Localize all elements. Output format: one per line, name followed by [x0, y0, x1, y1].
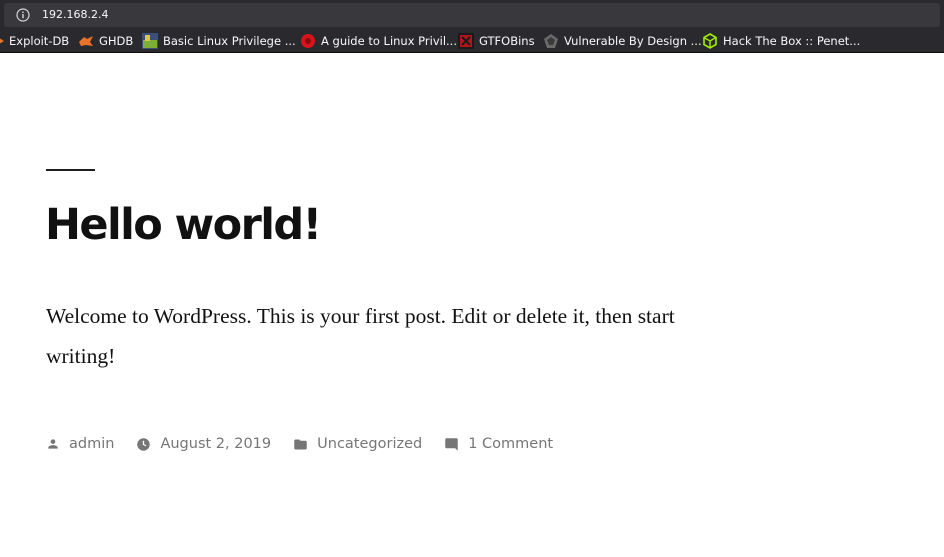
bookmark-favicon — [301, 34, 315, 48]
url-text[interactable]: 192.168.2.4 — [42, 8, 108, 22]
comment-icon — [445, 437, 458, 451]
browser-toolbar: 192.168.2.4 — [0, 0, 944, 30]
post-category: Uncategorized — [293, 436, 422, 452]
bookmark-gtfobins[interactable]: GTFOBins — [458, 30, 535, 52]
author-link[interactable]: admin — [69, 436, 114, 452]
post-content: Welcome to WordPress. This is your first… — [46, 304, 675, 368]
comments-link[interactable]: 1 Comment — [468, 436, 553, 452]
bookmarks-toolbar: Exploit-DB GHDB Basic Linux Privilege ..… — [0, 30, 944, 53]
bookmark-label: GTFOBins — [479, 34, 535, 48]
bookmark-hackthebox[interactable]: Hack The Box :: Penet... — [702, 30, 860, 52]
ghdb-icon — [79, 36, 93, 46]
post-date: August 2, 2019 — [136, 436, 271, 452]
bookmark-vulnhub[interactable]: Vulnerable By Design ... — [543, 30, 702, 52]
date-link[interactable]: August 2, 2019 — [160, 436, 271, 452]
folder-icon — [294, 439, 307, 449]
bookmark-label: Basic Linux Privilege ... — [163, 34, 296, 48]
bookmark-linux-privesc-guide[interactable]: A guide to Linux Privil... — [300, 30, 457, 52]
vulnhub-icon — [544, 34, 558, 48]
bookmark-favicon — [142, 33, 158, 49]
bookmark-ghdb[interactable]: GHDB — [78, 30, 133, 52]
category-link[interactable]: Uncategorized — [317, 436, 422, 452]
address-bar[interactable]: 192.168.2.4 — [4, 3, 940, 27]
gtfobins-icon — [458, 33, 474, 49]
post-comments: 1 Comment — [444, 436, 553, 452]
post-title: Hello world! — [45, 200, 322, 250]
post-author: admin — [46, 436, 114, 452]
bookmark-label: Vulnerable By Design ... — [564, 34, 702, 48]
info-icon[interactable] — [16, 8, 30, 22]
exploit-db-icon — [0, 38, 4, 44]
bookmark-basic-linux-privilege[interactable]: Basic Linux Privilege ... — [142, 30, 296, 52]
bookmark-label: Hack The Box :: Penet... — [723, 34, 861, 48]
post-meta: admin August 2, 2019 Uncategorized 1 Com… — [46, 434, 575, 454]
bookmark-exploit-db[interactable]: Exploit-DB — [0, 30, 69, 52]
bookmark-label: Exploit-DB — [9, 34, 70, 48]
clock-icon — [137, 437, 151, 451]
person-icon — [48, 439, 58, 449]
hackthebox-icon — [703, 33, 717, 49]
bookmark-label: A guide to Linux Privil... — [321, 34, 457, 48]
title-separator — [46, 169, 95, 171]
bookmark-label: GHDB — [99, 34, 134, 48]
